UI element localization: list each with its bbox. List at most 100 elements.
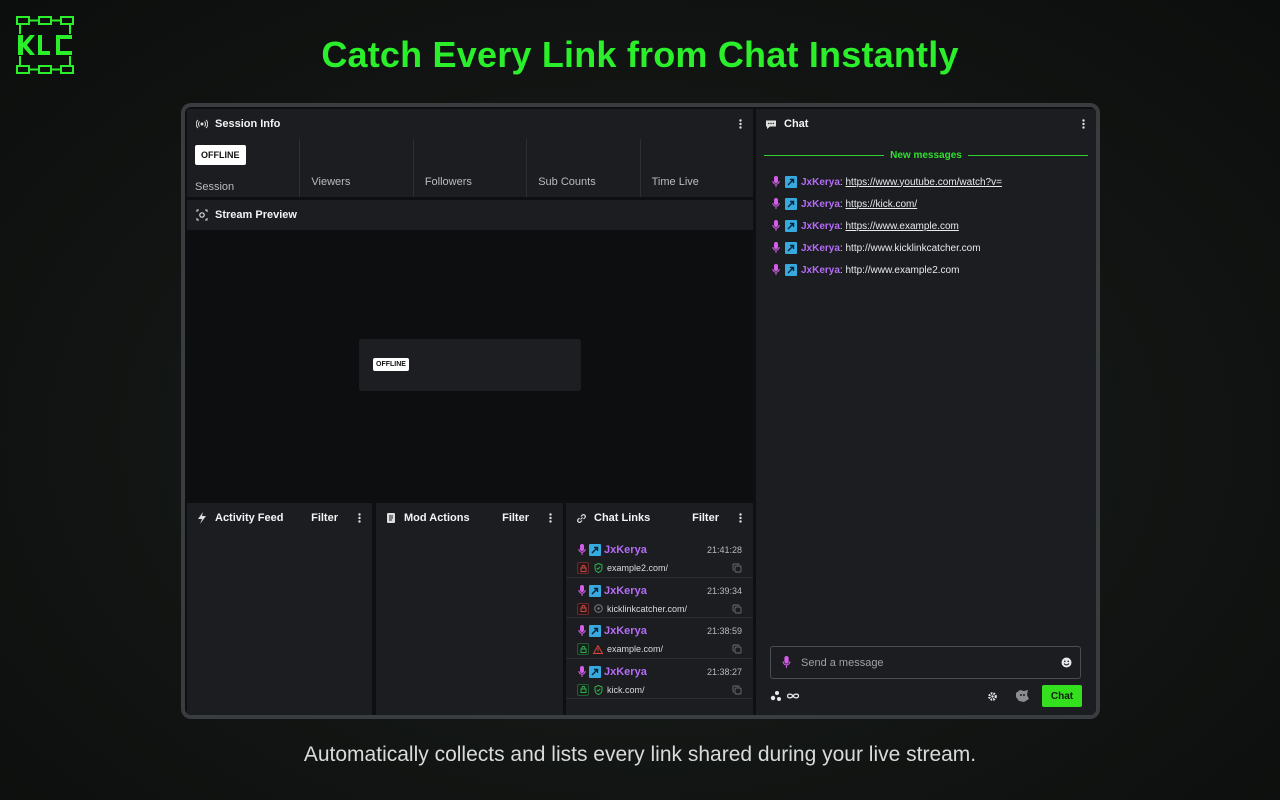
chat-message-link[interactable]: https://www.example.com [845, 221, 958, 232]
activity-feed-header: Activity Feed Filter [187, 503, 372, 533]
copy-icon[interactable] [732, 685, 742, 695]
send-chat-button[interactable]: Chat [1042, 685, 1082, 707]
chat-username[interactable]: JxKerya [801, 199, 840, 210]
session-info-menu-icon[interactable] [735, 117, 745, 131]
link-url[interactable]: kick.com/ [607, 685, 732, 695]
chat-title: Chat [784, 118, 809, 130]
mic-badge-icon [781, 656, 791, 669]
stream-preview-panel: Stream Preview OFFLINE [187, 200, 753, 500]
mic-badge-icon [771, 264, 781, 276]
chat-message: JxKerya: http://www.kicklinkcatcher.com [771, 237, 1088, 259]
link-icon [574, 511, 588, 525]
kick-badge-icon [589, 665, 601, 678]
stream-preview-title: Stream Preview [215, 209, 297, 221]
kick-badge-icon [589, 625, 601, 637]
stat-time-live: Time Live [639, 139, 753, 197]
link-url[interactable]: kicklinkcatcher.com/ [607, 604, 732, 614]
activity-feed-filter-button[interactable]: Filter [311, 512, 338, 524]
list-item[interactable]: JxKerya 21:38:27 kick.com/ [566, 659, 753, 699]
link-url[interactable]: example.com/ [607, 644, 732, 654]
stat-label: Sub Counts [538, 176, 596, 188]
chat-message: JxKerya: https://www.youtube.com/watch?v… [771, 171, 1088, 193]
mic-badge-icon [577, 584, 587, 597]
mic-badge-icon [771, 220, 781, 232]
chat-username[interactable]: JxKerya [801, 265, 840, 276]
chat-message: JxKerya: https://kick.com/ [771, 193, 1088, 215]
link-username[interactable]: JxKerya [604, 585, 707, 597]
chat-links-panel: Chat Links Filter JxKerya 21:41:28 examp… [566, 503, 753, 715]
mic-badge-icon [577, 665, 587, 678]
link-username[interactable]: JxKerya [604, 544, 707, 556]
new-messages-divider: New messages [764, 149, 1088, 161]
chat-message-text: http://www.example2.com [845, 264, 960, 276]
lock-icon[interactable] [577, 562, 589, 574]
shield-check-icon [593, 684, 603, 695]
webcam-icon [195, 208, 209, 222]
activity-feed-panel: Activity Feed Filter [187, 503, 372, 715]
stat-viewers: Viewers [299, 139, 412, 197]
mod-actions-filter-button[interactable]: Filter [502, 512, 529, 524]
kick-badge-icon [785, 220, 797, 232]
copy-icon[interactable] [732, 644, 742, 654]
chat-message-link[interactable]: https://kick.com/ [845, 199, 917, 210]
chat-username[interactable]: JxKerya [801, 221, 840, 232]
link-url[interactable]: example2.com/ [607, 563, 732, 573]
mod-actions-header: Mod Actions Filter [376, 503, 563, 533]
gear-icon[interactable] [987, 691, 998, 702]
chat-actions-bar: Chat [770, 685, 1082, 707]
mod-actions-title: Mod Actions [404, 512, 470, 524]
activity-feed-menu-icon[interactable] [354, 511, 364, 525]
mod-actions-panel: Mod Actions Filter [376, 503, 563, 715]
lock-icon[interactable] [577, 683, 589, 696]
stat-label: Session [195, 181, 235, 193]
mod-actions-menu-icon[interactable] [545, 511, 555, 525]
copy-icon[interactable] [732, 563, 742, 573]
stat-label: Viewers [311, 176, 351, 188]
status-badge: OFFLINE [195, 145, 246, 165]
link-username[interactable]: JxKerya [604, 625, 707, 637]
stat-session: OFFLINE Session [187, 139, 299, 197]
chat-links-menu-icon[interactable] [735, 511, 745, 525]
emoji-icon[interactable] [1061, 657, 1072, 668]
chat-input-box[interactable] [770, 646, 1081, 679]
chat-message-link[interactable]: https://www.youtube.com/watch?v= [845, 177, 1001, 188]
session-info-title: Session Info [215, 118, 281, 130]
link-username[interactable]: JxKerya [604, 666, 707, 678]
session-info-panel: Session Info OFFLINE Session Viewers Fol… [187, 109, 753, 197]
list-item[interactable]: JxKerya 21:39:34 kicklinkcatcher.com/ [566, 578, 753, 618]
activity-feed-title: Activity Feed [215, 512, 284, 524]
chat-message-text: http://www.kicklinkcatcher.com [845, 242, 981, 254]
chat-menu-icon[interactable] [1078, 117, 1088, 131]
kick-badge-icon [785, 198, 797, 210]
document-icon [384, 511, 398, 525]
link-timestamp: 21:39:34 [706, 585, 742, 596]
copy-icon[interactable] [732, 604, 742, 614]
kick-points-icon[interactable] [770, 690, 784, 702]
preview-status-badge: OFFLINE [373, 358, 409, 371]
chat-links-filter-button[interactable]: Filter [692, 512, 719, 524]
mic-badge-icon [577, 625, 587, 637]
chat-links-title: Chat Links [594, 512, 651, 524]
link-timestamp: 21:38:27 [706, 666, 742, 677]
kick-badge-icon [589, 544, 601, 556]
infinity-icon [786, 692, 800, 700]
headline: Catch Every Link from Chat Instantly [321, 34, 959, 75]
emote-icon[interactable] [1014, 689, 1030, 703]
dashboard: Session Info OFFLINE Session Viewers Fol… [185, 107, 1096, 715]
chat-links-list: JxKerya 21:41:28 example2.com/ JxKerya 2… [566, 533, 753, 699]
lock-icon[interactable] [577, 602, 589, 615]
list-item[interactable]: JxKerya 21:38:59 example.com/ [566, 618, 753, 659]
kick-badge-icon [785, 176, 797, 188]
list-item[interactable]: JxKerya 21:41:28 example2.com/ [566, 537, 753, 578]
chat-header: Chat [756, 109, 1096, 139]
chat-message-input[interactable] [801, 656, 1061, 669]
chat-messages: JxKerya: https://www.youtube.com/watch?v… [771, 171, 1088, 281]
chat-username[interactable]: JxKerya [801, 243, 840, 254]
chat-username[interactable]: JxKerya [801, 177, 840, 188]
app-window: Session Info OFFLINE Session Viewers Fol… [181, 103, 1100, 719]
subline: Automatically collects and lists every l… [303, 743, 977, 766]
lock-icon[interactable] [577, 643, 589, 655]
mic-badge-icon [771, 198, 781, 210]
stream-preview-video: OFFLINE [187, 230, 753, 500]
kick-badge-icon [589, 584, 601, 597]
